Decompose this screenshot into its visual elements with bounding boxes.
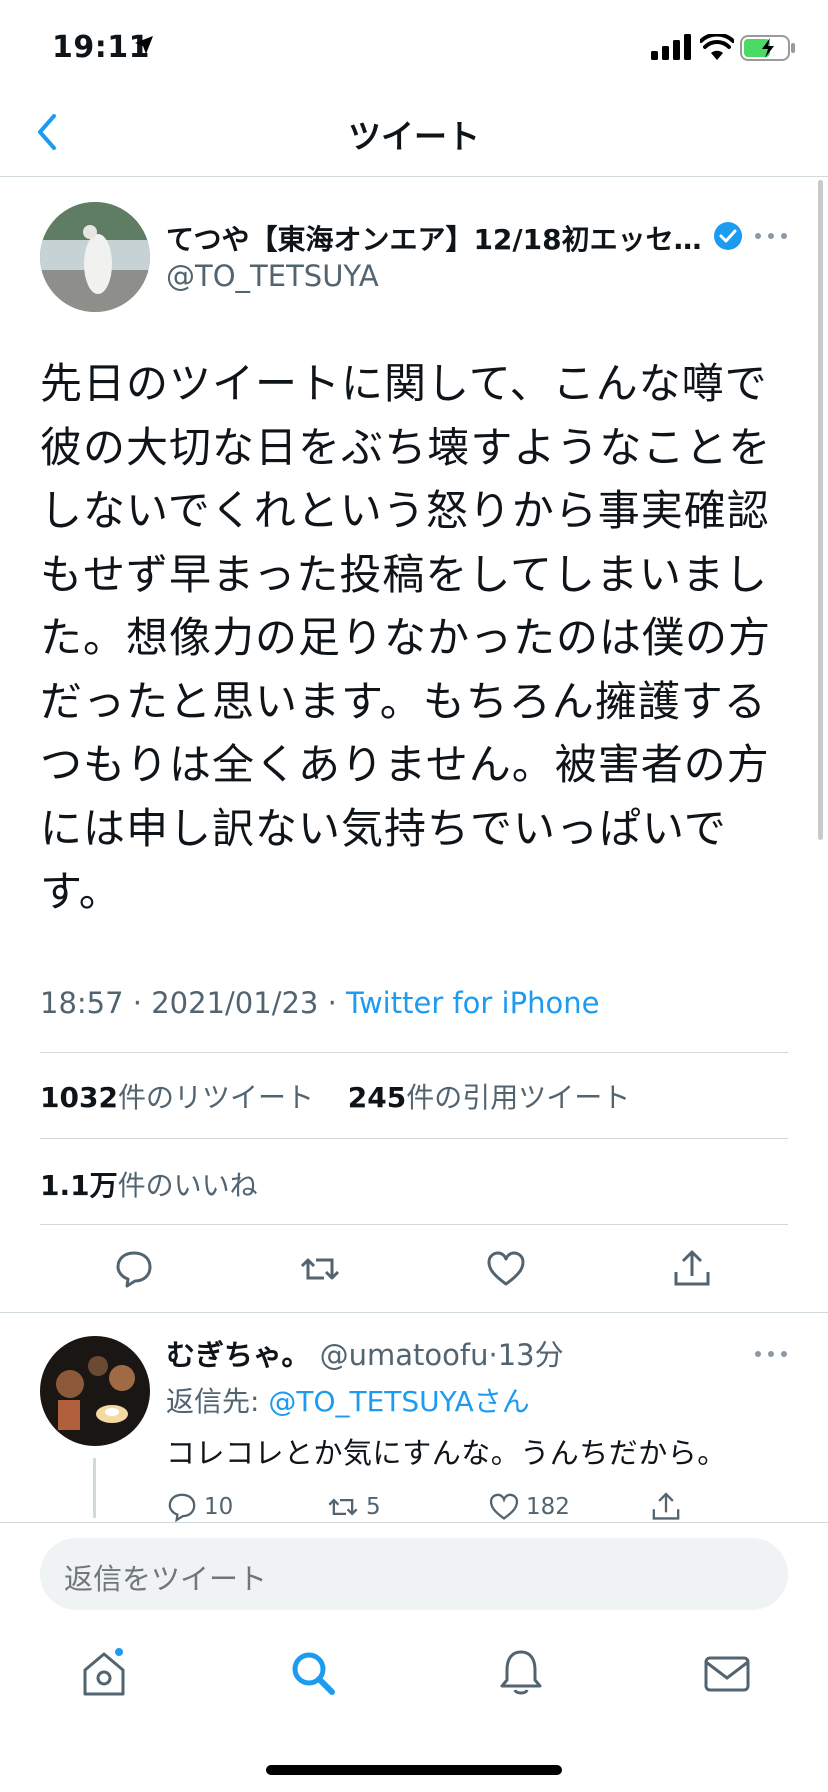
reply-text: コレコレとか気にすんな。うんちだから。 [166, 1436, 727, 1470]
reply-avatar[interactable] [40, 1336, 150, 1446]
reply-to-handle[interactable]: @TO_TETSUYAさん [268, 1385, 529, 1418]
battery-icon [740, 35, 795, 61]
meta-separator: · [327, 986, 347, 1020]
retweets-label: 件のリツイート [117, 1081, 314, 1114]
home-icon[interactable] [79, 1648, 129, 1698]
share-icon[interactable] [672, 1248, 712, 1290]
cellular-signal-icon [651, 34, 691, 60]
verified-badge-icon [714, 222, 742, 250]
actions-divider [40, 1224, 788, 1225]
tweet-date: 2021/01/23 [151, 986, 319, 1020]
likes-stat[interactable]: 1.1万件のいいね [40, 1164, 258, 1204]
compose-divider [0, 1522, 828, 1523]
reply-retweets-count: 5 [366, 1494, 381, 1520]
likes-count: 1.1万 [40, 1169, 118, 1202]
reply-icon[interactable] [114, 1248, 154, 1290]
like-icon[interactable] [486, 1248, 526, 1290]
retweets-stat[interactable]: 1032件のリツイート [40, 1081, 314, 1114]
reply-replies-count: 10 [204, 1494, 234, 1520]
reply-like-button[interactable]: 182 [488, 1490, 570, 1524]
author-handle[interactable]: @TO_TETSUYA [166, 259, 379, 293]
page-title: ツイート [348, 117, 480, 156]
location-arrow-icon [135, 36, 153, 54]
reply-likes-count: 182 [526, 1494, 570, 1520]
reply-separator: · [488, 1338, 498, 1372]
stats-divider [40, 1052, 788, 1053]
like-icon [489, 1493, 519, 1520]
thread-line [93, 1458, 96, 1518]
more-icon[interactable] [754, 232, 788, 240]
reply-author-handle[interactable]: @umatoofu [320, 1338, 489, 1372]
notifications-icon[interactable] [496, 1648, 546, 1698]
header-divider [0, 176, 828, 177]
reply-more-icon[interactable] [754, 1350, 788, 1358]
quotes-count: 245 [347, 1081, 407, 1114]
reply-divider [0, 1312, 828, 1313]
reply-header: むぎちゃ。 @umatoofu·13分 [166, 1332, 564, 1374]
quotes-stat[interactable]: 245件の引用ツイート [348, 1081, 630, 1114]
retweet-icon[interactable] [300, 1248, 340, 1290]
reply-share-button[interactable] [650, 1490, 682, 1524]
reply-reply-button[interactable]: 10 [166, 1490, 233, 1524]
tweet-time: 18:57 [40, 986, 124, 1020]
reply-age: 13分 [497, 1338, 564, 1372]
retweet-icon [328, 1498, 358, 1516]
share-icon [652, 1492, 680, 1520]
author-avatar[interactable] [40, 202, 150, 312]
meta-separator: · [132, 986, 152, 1020]
scrollbar[interactable] [818, 180, 823, 840]
messages-icon[interactable] [702, 1648, 752, 1698]
retweets-count: 1032 [40, 1081, 118, 1114]
tweet-source-link[interactable]: Twitter for iPhone [346, 986, 599, 1020]
search-icon[interactable] [288, 1648, 338, 1698]
reply-retweet-button[interactable]: 5 [326, 1490, 381, 1524]
quotes-label: 件の引用ツイート [406, 1081, 631, 1114]
tweet-stats-row: 1032件のリツイート 245件の引用ツイート [40, 1076, 630, 1116]
reply-icon [168, 1493, 196, 1523]
reply-to-label: 返信先: [166, 1385, 269, 1418]
tweet-text: 先日のツイートに関して、こんな噂で彼の大切な日をぶち壊すようなことをしないでくれ… [40, 359, 772, 916]
author-name[interactable]: てつや【東海オンエア】12/18初エッセイ発売 [166, 218, 706, 258]
reply-author-name[interactable]: むぎちゃ。 [166, 1338, 310, 1372]
tweet-meta: 18:57 · 2021/01/23 · Twitter for iPhone [40, 986, 599, 1020]
likes-label: 件のいいね [117, 1169, 258, 1202]
stats-divider [40, 1138, 788, 1139]
home-indicator [266, 1765, 562, 1775]
wifi-icon [700, 34, 734, 60]
reply-to: 返信先: @TO_TETSUYAさん [166, 1380, 530, 1420]
compose-placeholder: 返信をツイート [64, 1562, 268, 1596]
